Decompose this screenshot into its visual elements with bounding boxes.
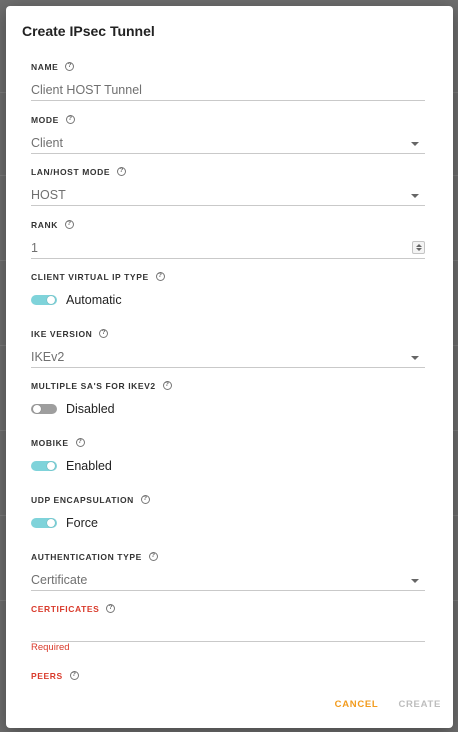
client-virtual-ip-type-label: CLIENT VIRTUAL IP TYPE (31, 271, 149, 282)
certificates-input[interactable] (31, 621, 425, 642)
lan-host-mode-field: LAN/HOST MODE? HOST (31, 166, 425, 206)
rank-label: RANK (31, 219, 58, 230)
toggle-knob (33, 405, 41, 413)
create-ipsec-tunnel-dialog: Create IPsec Tunnel NAME? Client HOST Tu… (6, 6, 453, 728)
stepper-up-icon (415, 244, 422, 247)
number-stepper[interactable] (412, 241, 425, 254)
certificates-label: CERTIFICATES (31, 603, 100, 614)
peers-label: PEERS (31, 670, 63, 681)
mobike-label: MOBIKE (31, 437, 69, 448)
help-icon[interactable]: ? (117, 167, 127, 176)
ike-version-field: IKE VERSION? IKEv2 (31, 328, 425, 368)
certificates-field: CERTIFICATES? (31, 603, 425, 642)
udp-encapsulation-field: UDP ENCAPSULATION? Force (31, 494, 425, 531)
help-icon[interactable]: ? (162, 381, 172, 390)
multiple-sas-label: MULTIPLE SA'S FOR IKEV2 (31, 380, 156, 391)
chevron-down-icon (411, 579, 419, 583)
ike-version-select[interactable]: IKEv2 (31, 347, 425, 368)
multiple-sas-state: Disabled (66, 402, 115, 416)
create-button[interactable]: CREATE (398, 699, 441, 710)
help-icon[interactable]: ? (99, 329, 109, 338)
lan-host-mode-select[interactable]: HOST (31, 185, 425, 206)
toggle-knob (47, 296, 55, 304)
udp-encapsulation-state: Force (66, 516, 98, 530)
chevron-down-icon (411, 356, 419, 360)
multiple-sas-toggle[interactable] (31, 404, 57, 414)
help-icon[interactable]: ? (75, 438, 85, 447)
name-label: NAME (31, 61, 59, 72)
help-icon[interactable]: ? (148, 552, 158, 561)
multiple-sas-field: MULTIPLE SA'S FOR IKEV2? Disabled (31, 380, 425, 417)
mobike-toggle[interactable] (31, 461, 57, 471)
authentication-type-field: AUTHENTICATION TYPE? Certificate (31, 551, 425, 591)
authentication-type-select[interactable]: Certificate (31, 570, 425, 591)
help-icon[interactable]: ? (64, 220, 74, 229)
toggle-knob (47, 519, 55, 527)
client-virtual-ip-type-state: Automatic (66, 293, 122, 307)
mode-label: MODE (31, 114, 59, 125)
chevron-down-icon (411, 142, 419, 146)
client-virtual-ip-type-toggle[interactable] (31, 295, 57, 305)
lan-host-mode-label: LAN/HOST MODE (31, 166, 111, 177)
help-icon[interactable]: ? (69, 671, 79, 680)
toggle-knob (47, 462, 55, 470)
help-icon[interactable]: ? (65, 115, 75, 124)
peers-field: PEERS? (31, 670, 425, 681)
mode-select[interactable]: Client (31, 133, 425, 154)
stepper-down-icon (415, 248, 422, 251)
help-icon[interactable]: ? (140, 495, 150, 504)
cancel-button[interactable]: CANCEL (335, 699, 379, 710)
authentication-type-label: AUTHENTICATION TYPE (31, 551, 142, 562)
udp-encapsulation-toggle[interactable] (31, 518, 57, 528)
mode-field: MODE? Client (31, 114, 425, 154)
help-icon[interactable]: ? (65, 62, 75, 71)
client-virtual-ip-type-field: CLIENT VIRTUAL IP TYPE? Automatic (31, 271, 425, 308)
help-icon[interactable]: ? (155, 272, 165, 281)
ike-version-label: IKE VERSION (31, 328, 93, 339)
chevron-down-icon (411, 194, 419, 198)
rank-number-input[interactable]: 1 (31, 238, 425, 259)
udp-encapsulation-label: UDP ENCAPSULATION (31, 494, 134, 505)
mobike-field: MOBIKE? Enabled (31, 437, 425, 474)
certificates-error: Required (31, 642, 70, 653)
mobike-state: Enabled (66, 459, 112, 473)
dialog-title: Create IPsec Tunnel (22, 23, 155, 39)
help-icon[interactable]: ? (106, 604, 116, 613)
dialog-actions: CANCEL CREATE (335, 699, 441, 710)
name-field: NAME? Client HOST Tunnel (31, 61, 425, 101)
name-input[interactable]: Client HOST Tunnel (31, 80, 425, 101)
rank-field: RANK? 1 (31, 219, 425, 259)
